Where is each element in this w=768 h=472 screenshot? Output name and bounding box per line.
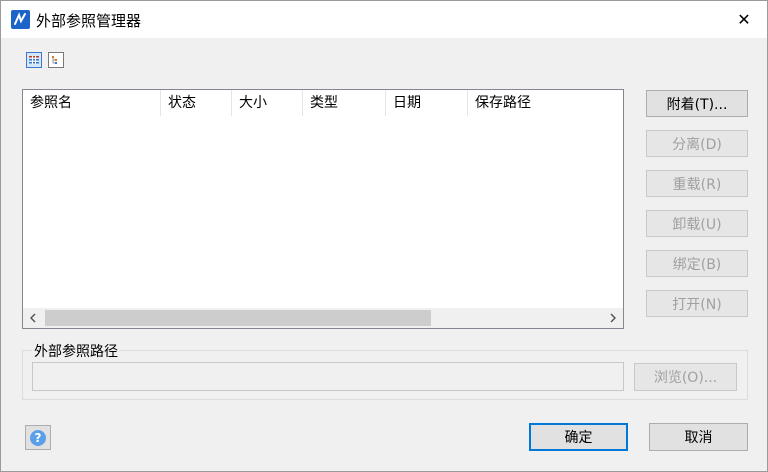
horizontal-scrollbar[interactable]: [23, 308, 623, 328]
unload-button[interactable]: 卸载(U): [646, 210, 748, 237]
list-view-icon[interactable]: [26, 52, 42, 68]
app-logo-icon: [11, 10, 30, 29]
help-button[interactable]: ?: [25, 425, 51, 450]
close-button[interactable]: ✕: [721, 1, 767, 38]
xref-path-label: 外部参照路径: [32, 341, 120, 361]
column-header-status[interactable]: 状态: [161, 90, 231, 116]
scroll-right-icon[interactable]: [603, 308, 623, 328]
tree-view-icon[interactable]: [48, 52, 64, 68]
scroll-left-icon[interactable]: [23, 308, 43, 328]
help-icon: ?: [30, 429, 46, 446]
open-button[interactable]: 打开(N): [646, 290, 748, 317]
bind-button[interactable]: 绑定(B): [646, 250, 748, 277]
window-title: 外部参照管理器: [36, 12, 142, 30]
column-header-size[interactable]: 大小: [232, 90, 302, 116]
scrollbar-thumb[interactable]: [45, 310, 431, 326]
column-header-type[interactable]: 类型: [303, 90, 385, 116]
attach-button[interactable]: 附着(T)...: [646, 90, 748, 117]
browse-button[interactable]: 浏览(O)...: [634, 363, 737, 391]
xref-manager-dialog: 外部参照管理器 ✕ 参照名 状态 大小 类型 日期 保存路径 附着(T)... …: [0, 0, 768, 472]
column-header-date[interactable]: 日期: [386, 90, 467, 116]
xref-path-input[interactable]: [32, 362, 624, 391]
xref-list[interactable]: 参照名 状态 大小 类型 日期 保存路径: [22, 89, 624, 329]
column-header-save-path[interactable]: 保存路径: [468, 90, 618, 116]
column-header-name[interactable]: 参照名: [23, 90, 160, 116]
ok-button[interactable]: 确定: [529, 423, 628, 451]
cancel-button[interactable]: 取消: [649, 423, 748, 451]
detach-button[interactable]: 分离(D): [646, 130, 748, 157]
reload-button[interactable]: 重载(R): [646, 170, 748, 197]
close-icon: ✕: [737, 10, 751, 29]
list-header: 参照名 状态 大小 类型 日期 保存路径: [23, 90, 623, 116]
title-bar: 外部参照管理器 ✕: [1, 1, 767, 38]
